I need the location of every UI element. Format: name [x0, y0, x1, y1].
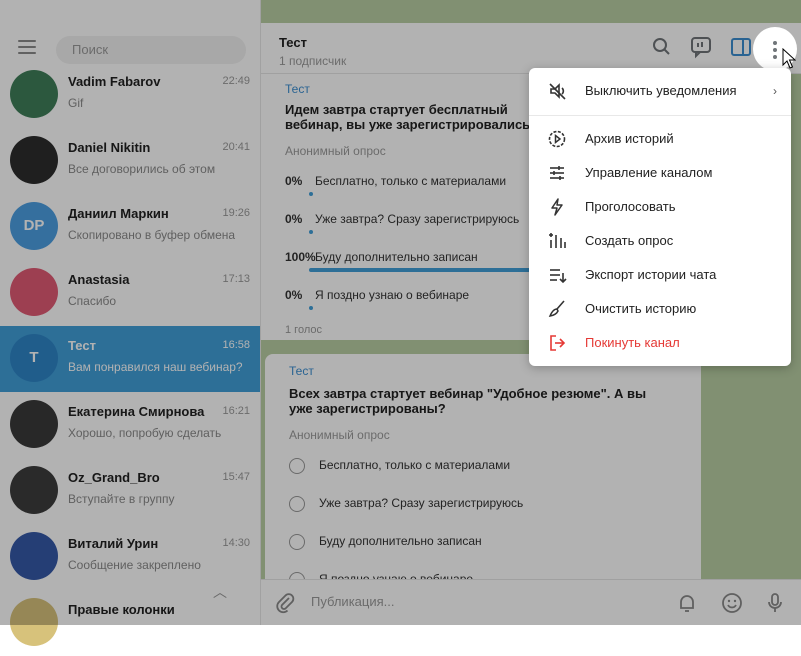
menu-item-sliders[interactable]: Управление каналом — [529, 156, 791, 190]
menu-item-label: Покинуть канал — [585, 335, 680, 350]
menu-item-label: Очистить историю — [585, 301, 697, 316]
boost-icon — [551, 198, 563, 216]
menu-item-leave[interactable]: Покинуть канал — [529, 326, 791, 360]
telegram-window: Поиск Vadim Fabarov Gif 22:49 Daniel Nikiti… — [0, 0, 801, 646]
chevron-right-icon: › — [773, 84, 777, 98]
story-archive-icon — [548, 130, 566, 148]
menu-item-export[interactable]: Экспорт истории чата — [529, 258, 791, 292]
export-icon — [550, 269, 567, 284]
menu-divider — [529, 115, 791, 116]
mouse-cursor-icon — [782, 48, 796, 69]
broom-icon — [548, 300, 565, 317]
menu-item-label: Управление каналом — [585, 165, 713, 180]
menu-item-label: Проголосовать — [585, 199, 676, 214]
menu-item-boost[interactable]: Проголосовать — [529, 190, 791, 224]
menu-item-label: Экспорт истории чата — [585, 267, 717, 282]
menu-item-label: Архив историй — [585, 131, 674, 146]
more-vertical-icon — [773, 41, 777, 62]
menu-item-label: Выключить уведомления — [585, 83, 737, 98]
menu-item-story-archive[interactable]: Архив историй — [529, 122, 791, 156]
channel-options-menu: Выключить уведомления › Архив историй Управ… — [529, 68, 791, 366]
menu-item-mute[interactable]: Выключить уведомления › — [529, 74, 791, 108]
sliders-icon — [550, 166, 564, 180]
mute-icon — [549, 83, 566, 100]
poll-icon — [549, 233, 566, 248]
menu-item-label: Создать опрос — [585, 233, 674, 248]
menu-item-broom[interactable]: Очистить историю — [529, 292, 791, 326]
leave-icon — [550, 335, 566, 351]
menu-item-poll[interactable]: Создать опрос — [529, 224, 791, 258]
